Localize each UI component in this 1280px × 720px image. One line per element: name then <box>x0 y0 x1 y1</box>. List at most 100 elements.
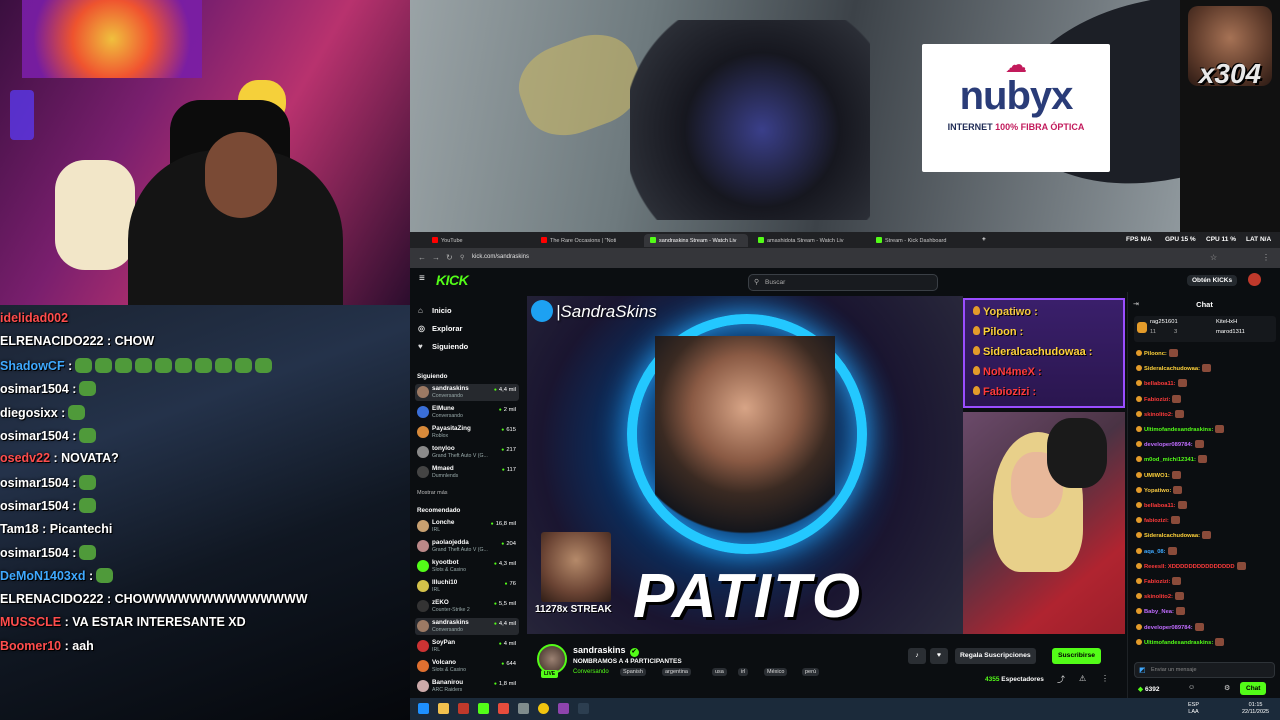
menu-icon[interactable]: ⋮ <box>1262 253 1270 262</box>
bell-icon[interactable]: ♪ <box>908 648 926 664</box>
windows-start-icon[interactable] <box>418 703 429 714</box>
channel-viewers: 16,8 mil <box>491 521 516 527</box>
pepe-emote-icon <box>68 404 86 420</box>
reload-icon[interactable]: ↻ <box>446 253 453 262</box>
channel-item[interactable]: paolaojeddaGrand Theft Auto V (G... 204 <box>415 538 519 555</box>
plush-toy <box>55 160 135 270</box>
chat-username: diegosixx <box>0 405 58 420</box>
send-chat-button[interactable]: Chat <box>1240 682 1267 695</box>
channel-item[interactable]: sandraskinsConversando 4,4 mil <box>415 618 519 635</box>
chat-username: Reeesll: XDDDDDDDDDDDDDDD <box>1144 563 1235 570</box>
clock[interactable]: 01:15 22/11/2025 <box>1242 702 1269 716</box>
kicks-balance[interactable]: 6392 <box>1138 685 1159 693</box>
channel-item[interactable]: sandraskinsConversando 4,4 mil <box>415 384 519 401</box>
video-player[interactable]: |SandraSkins 11278x STREAK PATITO <box>527 296 963 634</box>
chat-line: osimar1504 : <box>0 428 97 443</box>
channel-avatar <box>417 540 429 552</box>
stream-tag[interactable]: irl <box>738 668 749 676</box>
channel-category: IRL <box>432 647 441 653</box>
user-avatar[interactable] <box>1248 273 1261 286</box>
subscribe-button[interactable]: Suscribirse <box>1052 648 1102 664</box>
file-explorer-icon[interactable] <box>438 703 449 714</box>
channel-name: sandraskins <box>432 385 469 392</box>
stream-tag[interactable]: México <box>764 668 788 676</box>
stream-tag[interactable]: Spanish <box>620 668 646 676</box>
ad-tagline: INTERNET 100% FIBRA ÓPTICA <box>947 122 1085 132</box>
pepe-emote-icon <box>155 357 173 373</box>
steam-icon[interactable] <box>578 703 589 714</box>
show-more-link[interactable]: Mostrar más <box>417 490 448 496</box>
stream-tag[interactable]: usa <box>712 668 727 676</box>
nav-inicio[interactable]: ⌂ Inicio <box>418 306 452 315</box>
gift-subs-button[interactable]: Regala Suscripciones <box>955 648 1036 664</box>
language-indicator[interactable]: ESP LAA <box>1188 702 1199 716</box>
fps-stat: FPS N/A <box>1126 236 1152 243</box>
browser-tab[interactable]: Stream - Kick Dashboard <box>870 234 974 247</box>
kick-logo[interactable]: KICK <box>436 272 469 288</box>
channel-item[interactable]: BananirouARC Raiders 1,8 mil <box>415 678 519 695</box>
chat-message: : CHOW <box>106 334 155 349</box>
chat-line: DeMoN1403xd : <box>0 568 114 584</box>
nav-explorar[interactable]: ◎ Explorar <box>418 324 462 333</box>
back-icon[interactable]: ← <box>418 253 426 262</box>
chat-message: skinolito2: <box>1136 409 1184 418</box>
url-field[interactable]: kick.com/sandraskins <box>472 254 529 260</box>
chat-username: developer089784: <box>1144 624 1193 631</box>
new-tab-button[interactable]: + <box>982 236 986 243</box>
settings-icon[interactable]: ⚙ <box>1224 684 1230 692</box>
streamer-portrait <box>655 336 835 576</box>
search-input[interactable]: ⚲ Buscar <box>748 274 938 291</box>
browser-tab[interactable]: sandraskins Stream - Watch Liv <box>644 234 748 247</box>
stream-category[interactable]: Conversando <box>573 669 609 675</box>
channel-name[interactable]: sandraskins <box>573 645 639 657</box>
chrome-icon[interactable] <box>538 703 549 714</box>
chat-message: developer089784: <box>1136 440 1204 449</box>
share-icon[interactable]: ⤴ <box>1057 674 1065 685</box>
nav-siguiendo[interactable]: ♥ Siguiendo <box>418 342 468 351</box>
app-icon-gray[interactable] <box>518 703 529 714</box>
app-icon-purple[interactable] <box>558 703 569 714</box>
forward-icon[interactable]: → <box>432 253 440 262</box>
app-icon-scissors[interactable] <box>498 703 509 714</box>
channel-item[interactable]: PayasitaZingRoblox 615 <box>415 424 519 441</box>
hamburger-icon[interactable]: ≡ <box>419 273 425 284</box>
browser-tab[interactable]: The Rare Occasions | "Noti <box>535 234 639 247</box>
chat-message: bellaboa11: <box>1136 501 1187 509</box>
browser-tab[interactable]: amashidota Stream - Watch Liv <box>752 234 856 247</box>
tab-title: amashidota Stream - Watch Liv <box>767 238 844 244</box>
channel-viewers: 76 <box>505 581 516 587</box>
star-icon[interactable]: ☆ <box>1210 253 1217 262</box>
channel-item[interactable]: Illuchi10IRL 76 <box>415 578 519 595</box>
channel-item[interactable]: kyootbotSlots & Casino 4,3 mil <box>415 558 519 575</box>
channel-item[interactable]: tonylooGrand Theft Auto V (G... 217 <box>415 444 519 461</box>
app-icon-red[interactable] <box>458 703 469 714</box>
options-icon[interactable]: ⋮ <box>1101 674 1109 683</box>
meme-counter: x304 <box>1180 0 1280 232</box>
browser-tab[interactable]: YouTube <box>426 234 530 247</box>
heart-icon[interactable]: ♥ <box>930 648 948 664</box>
chat-username: bellaboa11: <box>1144 503 1176 509</box>
stream-tag[interactable]: argentina <box>662 668 691 676</box>
chat-username: Ultimofandesandraskins: <box>1144 427 1214 433</box>
channel-item[interactable]: zEKOCounter-Strike 2 5,5 mil <box>415 598 519 615</box>
get-kicks-button[interactable]: Obtén KICKs <box>1187 275 1238 286</box>
channel-item[interactable]: MmaedDumnlends 117 <box>415 464 519 481</box>
app-icon-green[interactable] <box>478 703 489 714</box>
chat-message: m0od_michi12341: <box>1136 455 1207 464</box>
emote-icon <box>1175 592 1184 601</box>
chat-message: Piloonc: <box>1136 349 1178 357</box>
channel-item[interactable]: SoyPanIRL 4 mil <box>415 638 519 655</box>
pinned-gifters: rag251601 KiteHxH 11 3 marod1311 <box>1134 316 1276 342</box>
channel-item[interactable]: ElMuneConversando 2 mil <box>415 404 519 421</box>
chat-message: : <box>72 475 77 490</box>
channel-name: Lonche <box>432 519 455 526</box>
tab-title: YouTube <box>441 238 463 244</box>
chat-username: osimar1504 <box>0 429 69 443</box>
chat-input[interactable]: ◩ Enviar un mensaje <box>1134 662 1275 678</box>
channel-item[interactable]: LoncheIRL 16,8 mil <box>415 518 519 535</box>
warning-icon[interactable]: ⚠ <box>1079 674 1086 683</box>
site-info-icon[interactable]: ⚲ <box>460 254 464 261</box>
channel-item[interactable]: VolcanoSlots & Casino 644 <box>415 658 519 675</box>
emote-icon[interactable]: ☺ <box>1188 684 1195 691</box>
stream-tag[interactable]: perú <box>802 668 820 676</box>
